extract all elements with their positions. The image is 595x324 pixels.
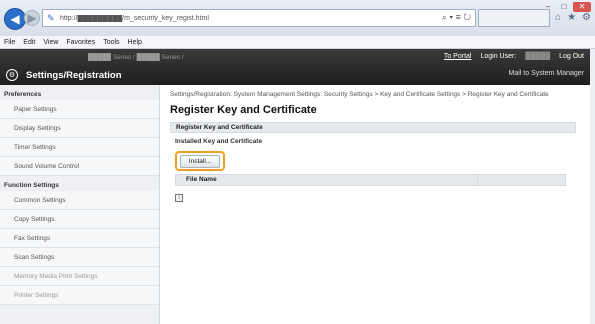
sidebar-item-copy-settings[interactable]: Copy Settings: [0, 210, 159, 229]
header-top-row: █████ Series / █████ Series / To Portal …: [0, 52, 590, 64]
maximize-icon[interactable]: □: [557, 2, 571, 12]
sidebar-item-common-settings[interactable]: Common Settings: [0, 191, 159, 210]
subsection-title: Installed Key and Certificate: [175, 138, 263, 145]
sidebar-item-sound-volume-control[interactable]: Sound Volume Control: [0, 157, 159, 176]
sidebar-item-display-settings[interactable]: Display Settings: [0, 119, 159, 138]
sidebar: Preferences Paper Settings Display Setti…: [0, 85, 160, 324]
sidebar-item-scan-settings[interactable]: Scan Settings: [0, 248, 159, 267]
menu-help[interactable]: Help: [128, 39, 142, 46]
mail-to-system-manager-link[interactable]: Mail to System Manager: [509, 70, 584, 77]
sidebar-item-fax-settings[interactable]: Fax Settings: [0, 229, 159, 248]
refresh-icon[interactable]: ≡ ↻: [456, 12, 471, 22]
home-icon[interactable]: ⌂: [555, 12, 561, 23]
menu-file[interactable]: File: [4, 39, 15, 46]
sidebar-item-timer-settings[interactable]: Timer Settings: [0, 138, 159, 157]
back-arrow-icon[interactable]: ◀: [4, 8, 26, 30]
sidebar-item-memory-media-print-settings[interactable]: Memory Media Print Settings: [0, 267, 159, 286]
search-icon[interactable]: ⌕ ▾: [442, 12, 453, 22]
web-page: █████ Series / █████ Series / To Portal …: [0, 49, 590, 324]
page-title: Register Key and Certificate: [170, 104, 317, 116]
page-header: █████ Series / █████ Series / To Portal …: [0, 49, 590, 85]
window-controls: – □ ✕: [541, 2, 591, 12]
file-table-header: File Name: [175, 174, 566, 186]
install-button[interactable]: Install...: [180, 154, 220, 168]
expand-icon[interactable]: ↕: [175, 194, 183, 202]
menu-edit[interactable]: Edit: [23, 39, 35, 46]
log-out-link[interactable]: Log Out: [559, 53, 584, 60]
browser-menubar: File Edit View Favorites Tools Help: [0, 36, 595, 49]
url-text: http://█████████/m_security_key_regist.h…: [60, 14, 209, 22]
install-button-highlight: Install...: [175, 151, 225, 171]
sidebar-section-function-settings: Function Settings: [4, 182, 59, 189]
breadcrumb: Settings/Registration: System Management…: [170, 91, 549, 98]
gear-icon[interactable]: ⚙: [582, 12, 591, 23]
browser-toolbar-icons: ⌂ ★ ⚙: [555, 12, 591, 23]
address-bar[interactable]: ✎ http://█████████/m_security_key_regist…: [42, 9, 476, 27]
menu-tools[interactable]: Tools: [103, 39, 119, 46]
favorites-star-icon[interactable]: ★: [567, 12, 576, 23]
section-header: Register Key and Certificate: [170, 122, 576, 133]
minimize-icon[interactable]: –: [541, 2, 555, 12]
forward-arrow-icon[interactable]: ▶: [24, 10, 40, 26]
to-portal-link[interactable]: To Portal: [444, 53, 472, 60]
sidebar-item-printer-settings[interactable]: Printer Settings: [0, 286, 159, 305]
browser-tab[interactable]: [478, 9, 550, 27]
sidebar-item-paper-settings[interactable]: Paper Settings: [0, 100, 159, 119]
page-icon: ✎: [47, 12, 55, 23]
main-content: Settings/Registration: System Management…: [170, 85, 576, 202]
login-user-value: █████: [525, 53, 551, 60]
browser-titlebar: ◀ ▶ ✎ http://█████████/m_security_key_re…: [0, 0, 595, 36]
search-refresh-icons[interactable]: ⌕ ▾ ≡ ↻: [442, 12, 471, 23]
device-name: █████ Series / █████ Series /: [88, 54, 184, 61]
header-links: To Portal Login User: █████ Log Out: [444, 53, 584, 60]
vertical-scrollbar[interactable]: [590, 49, 595, 324]
header-title-row: ⚙ Settings/Registration: [6, 67, 122, 83]
menu-view[interactable]: View: [43, 39, 58, 46]
page-app-title: Settings/Registration: [26, 69, 122, 81]
column-header-blank: [478, 175, 565, 185]
sidebar-section-preferences: Preferences: [4, 91, 42, 98]
login-user-label: Login User:: [480, 53, 517, 60]
column-header-file-name: File Name: [176, 175, 478, 185]
menu-favorites[interactable]: Favorites: [66, 39, 95, 46]
browser-window: ◀ ▶ ✎ http://█████████/m_security_key_re…: [0, 0, 595, 324]
close-icon[interactable]: ✕: [573, 2, 591, 12]
settings-app-icon: ⚙: [6, 69, 18, 81]
